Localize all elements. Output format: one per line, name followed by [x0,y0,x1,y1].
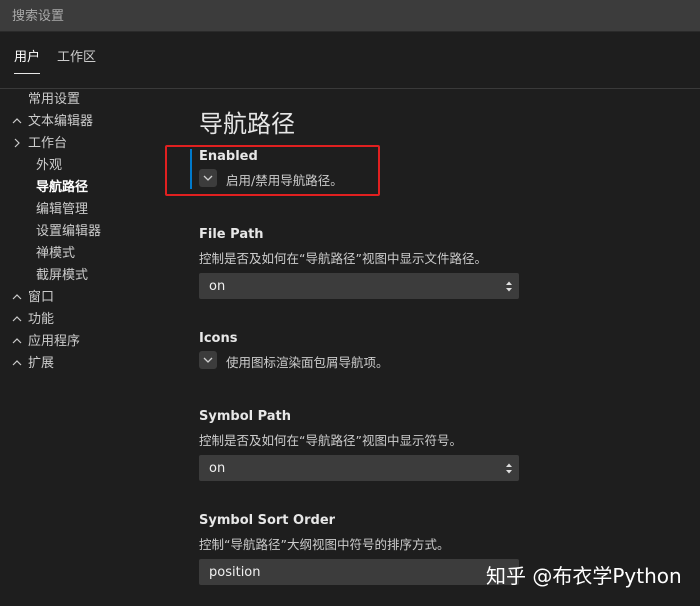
chevron-up-icon [12,116,22,126]
chevron-up-icon [12,314,22,324]
nav-item-breadcrumbs[interactable]: 导航路径 [36,177,88,199]
watermark: 知乎 @布衣学Python [486,564,682,588]
nav-item-settings-editor[interactable]: 设置编辑器 [36,221,101,243]
nav-item-editor-management[interactable]: 编辑管理 [36,199,88,221]
nav-item-appearance[interactable]: 外观 [36,155,62,177]
search-input[interactable] [6,4,700,28]
annotation-highlight-box [165,145,380,196]
setting-title-symbol-path: Symbol Path [199,409,292,424]
nav-item-application[interactable]: 应用程序 [12,331,80,353]
symbol-path-select[interactable]: on [199,455,519,481]
nav-item-screencast-mode[interactable]: 截屏模式 [36,265,88,287]
nav-item-label: 文本编辑器 [28,114,94,129]
nav-item-workbench[interactable]: 工作台 [12,133,67,155]
tab-workspace[interactable]: 工作区 [57,44,96,72]
select-value: on [209,461,226,476]
icons-label: 使用图标渲染面包屑导航项。 [226,355,389,370]
nav-item-label: 扩展 [28,356,55,371]
chevron-up-icon [12,292,22,302]
nav-item-zen-mode[interactable]: 禅模式 [36,243,75,265]
setting-desc-file-path: 控制是否及如何在“导航路径”视图中显示文件路径。 [199,251,487,266]
select-arrows-icon [506,281,512,292]
symbol-sort-order-select[interactable]: position [199,559,519,585]
setting-desc-symbol-sort-order: 控制“导航路径”大纲视图中符号的排序方式。 [199,537,450,552]
nav-item-features[interactable]: 功能 [12,309,54,331]
chevron-right-icon [12,138,22,148]
nav-item-text-editor[interactable]: 文本编辑器 [12,111,93,133]
select-value: position [209,565,261,580]
file-path-select[interactable]: on [199,273,519,299]
nav-item-label: 窗口 [28,290,55,305]
setting-title-icons: Icons [199,331,238,346]
tab-user[interactable]: 用户 [14,44,41,74]
settings-tabs: 用户 工作区 [0,44,700,74]
select-arrows-icon [506,463,512,474]
chevron-up-icon [12,358,22,368]
setting-title-symbol-sort-order: Symbol Sort Order [199,513,336,528]
setting-desc-symbol-path: 控制是否及如何在“导航路径”视图中显示符号。 [199,433,462,448]
tabs-divider [0,88,700,89]
nav-item-label: 功能 [28,312,55,327]
nav-item-extensions[interactable]: 扩展 [12,353,54,375]
chevron-down-icon [203,357,213,363]
search-bar [0,0,700,32]
nav-item-label: 应用程序 [28,334,81,349]
select-value: on [209,279,226,294]
icons-checkbox[interactable] [199,351,217,369]
nav-item-window[interactable]: 窗口 [12,287,54,309]
setting-title-file-path: File Path [199,227,264,242]
chevron-up-icon [12,336,22,346]
page-title: 导航路径 [199,110,295,138]
nav-item-common[interactable]: 常用设置 [28,89,80,111]
nav-item-label: 工作台 [28,136,68,151]
